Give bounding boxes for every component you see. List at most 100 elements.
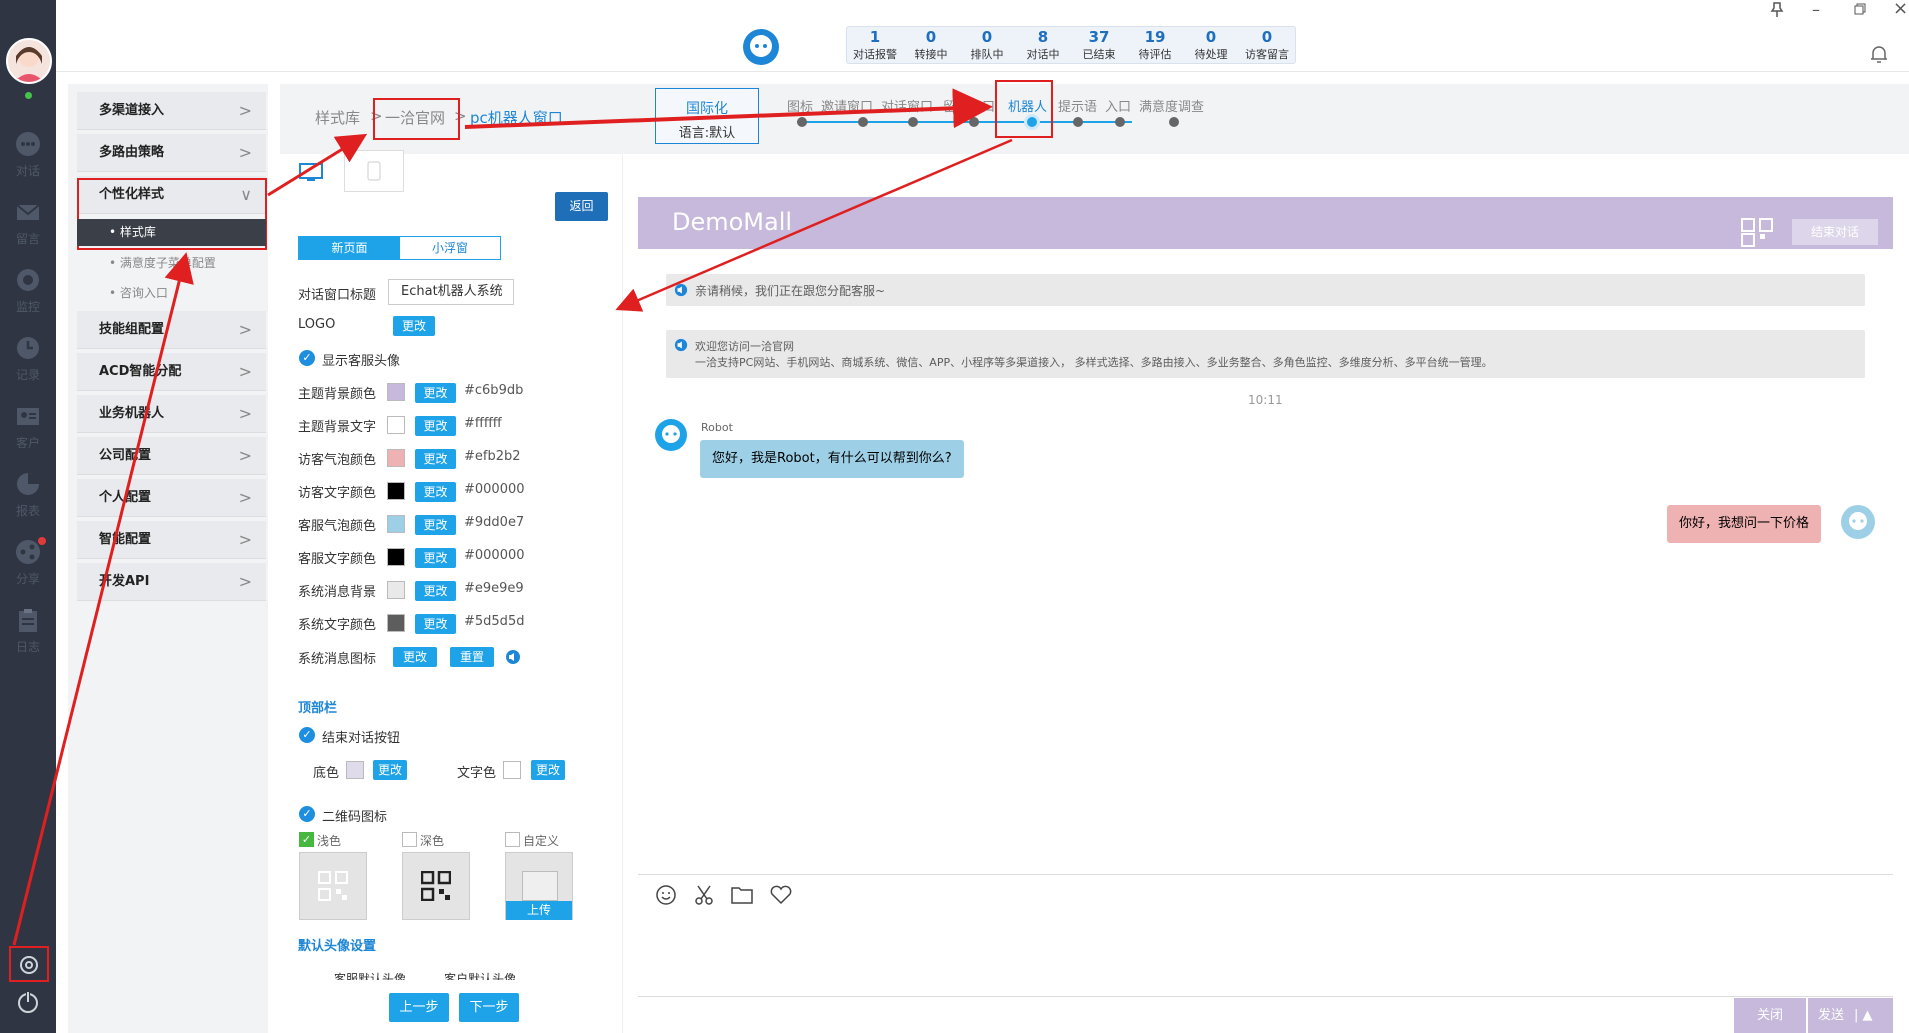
color-change-button[interactable]: 更改 [415,581,456,601]
scissors-icon[interactable] [693,884,715,906]
step-label[interactable]: 对话窗口 [881,96,933,115]
nav-personal-config[interactable]: 个人配置 > [77,479,266,517]
step-label[interactable]: 满意度调查 [1139,96,1204,115]
next-step-button[interactable]: 下一步 [459,993,519,1022]
step-label[interactable]: 邀请窗口 [821,96,873,115]
nav-skill-groups[interactable]: 技能组配置 > [77,311,266,349]
power-icon[interactable] [14,988,42,1016]
nav-business-robot[interactable]: 业务机器人 > [77,395,266,433]
upload-button[interactable]: 上传 [506,901,572,920]
stat-to-evaluate[interactable]: 19 待评估 [1127,27,1183,63]
crumb-style-library[interactable]: 样式库 [315,107,360,128]
back-button[interactable]: 返回 [555,192,608,221]
bg-change-button[interactable]: 更改 [373,760,407,780]
step-dot[interactable] [797,117,807,127]
color-change-button[interactable]: 更改 [415,515,456,535]
gear-icon[interactable] [16,952,42,978]
checkbox-icon[interactable] [505,832,520,847]
step-label[interactable]: 提示语 [1058,96,1097,115]
step-label[interactable]: 图标 [787,96,813,115]
window-title-input[interactable]: Echat机器人系统 [388,279,514,305]
color-change-button[interactable]: 更改 [415,614,456,634]
color-swatch[interactable] [387,515,405,533]
rail-message[interactable]: 留言 [0,198,56,247]
color-swatch[interactable] [503,761,521,779]
nav-smart-config[interactable]: 智能配置 > [77,521,266,559]
color-swatch[interactable] [387,614,405,632]
step-label[interactable]: 留言窗口 [943,96,995,115]
heart-icon[interactable] [769,885,793,905]
rail-records[interactable]: 记录 [0,334,56,383]
nav-open-api[interactable]: 开发API > [77,563,266,601]
close-button[interactable]: 关闭 [1734,998,1806,1033]
color-swatch[interactable] [387,383,405,401]
checkbox-icon[interactable] [402,832,417,847]
step-dot[interactable] [1115,117,1125,127]
end-chat-button[interactable]: 结束对话 [1792,219,1878,245]
minimize-icon[interactable]: – [1812,0,1820,19]
rail-logs[interactable]: 日志 [0,606,56,655]
pin-icon[interactable] [1770,2,1784,18]
color-swatch[interactable] [387,482,405,500]
step-dot[interactable] [858,117,868,127]
step-dot[interactable] [1073,117,1083,127]
stat-transferring[interactable]: 0 转接中 [903,27,959,63]
color-change-button[interactable]: 更改 [415,482,456,502]
step-label[interactable]: 入口 [1105,96,1131,115]
rail-share[interactable]: 分享 [0,538,56,587]
color-swatch[interactable] [346,761,364,779]
color-swatch[interactable] [387,449,405,467]
color-swatch[interactable] [387,581,405,599]
stat-pending[interactable]: 0 待处理 [1183,27,1239,63]
stat-finished[interactable]: 37 已结束 [1071,27,1127,63]
stat-queueing[interactable]: 0 排队中 [959,27,1015,63]
send-button[interactable]: 发送 | ▲ [1808,998,1893,1033]
nav-sub-satisfaction-menu[interactable]: • 满意度子菜单配置 [77,250,266,277]
step-dot[interactable] [969,117,979,127]
rail-chat[interactable]: 对话 [0,130,56,179]
qr-dark-option[interactable] [402,852,470,920]
color-swatch[interactable] [387,548,405,566]
checkbox-checked-icon[interactable]: ✓ [299,832,314,847]
checkbox-checked-icon[interactable]: ✓ [299,350,315,366]
step-dot[interactable] [908,117,918,127]
nav-multichannel[interactable]: 多渠道接入 > [77,92,266,130]
desktop-icon[interactable] [298,162,324,184]
stat-in-chat[interactable]: 8 对话中 [1015,27,1071,63]
color-swatch[interactable] [387,416,405,434]
intl-selector[interactable]: 国际化 语言:默认 [655,88,759,144]
rail-reports[interactable]: 报表 [0,470,56,519]
nav-sub-style-library[interactable]: • 样式库 [77,219,266,246]
checkbox-checked-icon[interactable]: ✓ [299,806,315,822]
restore-icon[interactable] [1854,3,1866,15]
color-change-button[interactable]: 更改 [415,548,456,568]
color-change-button[interactable]: 更改 [415,449,456,469]
nav-company-config[interactable]: 公司配置 > [77,437,266,475]
close-icon[interactable]: × [1893,0,1908,19]
sys-icon-reset-button[interactable]: 重置 [450,647,494,667]
rail-customers[interactable]: 客户 [0,402,56,451]
avatar[interactable] [6,38,52,84]
nav-acd[interactable]: ACD智能分配 > [77,353,266,391]
bell-icon[interactable] [1870,44,1888,64]
qr-light-option[interactable] [299,852,367,920]
nav-sub-consult-entry[interactable]: • 咨询入口 [77,280,266,307]
nav-routing[interactable]: 多路由策略 > [77,134,266,172]
qr-code-icon[interactable] [1740,217,1774,247]
sys-icon-change-button[interactable]: 更改 [393,647,437,667]
step-dot[interactable] [1169,117,1179,127]
stat-alert[interactable]: 1 对话报警 [847,27,903,63]
checkbox-checked-icon[interactable]: ✓ [299,727,315,743]
rail-monitor[interactable]: 监控 [0,266,56,315]
color-change-button[interactable]: 更改 [415,383,456,403]
mobile-preview-tab[interactable] [344,150,404,192]
prev-step-button[interactable]: 上一步 [389,993,449,1022]
folder-icon[interactable] [731,885,753,905]
stat-visitor-messages[interactable]: 0 访客留言 [1239,27,1295,63]
logo-change-button[interactable]: 更改 [393,316,435,336]
emoji-icon[interactable] [655,884,677,906]
send-options-icon[interactable]: | ▲ [1854,1008,1873,1023]
qr-custom-option[interactable]: 上传 [505,852,573,920]
text-change-button[interactable]: 更改 [531,760,565,780]
tab-float-window[interactable]: 小浮窗 [400,237,500,259]
